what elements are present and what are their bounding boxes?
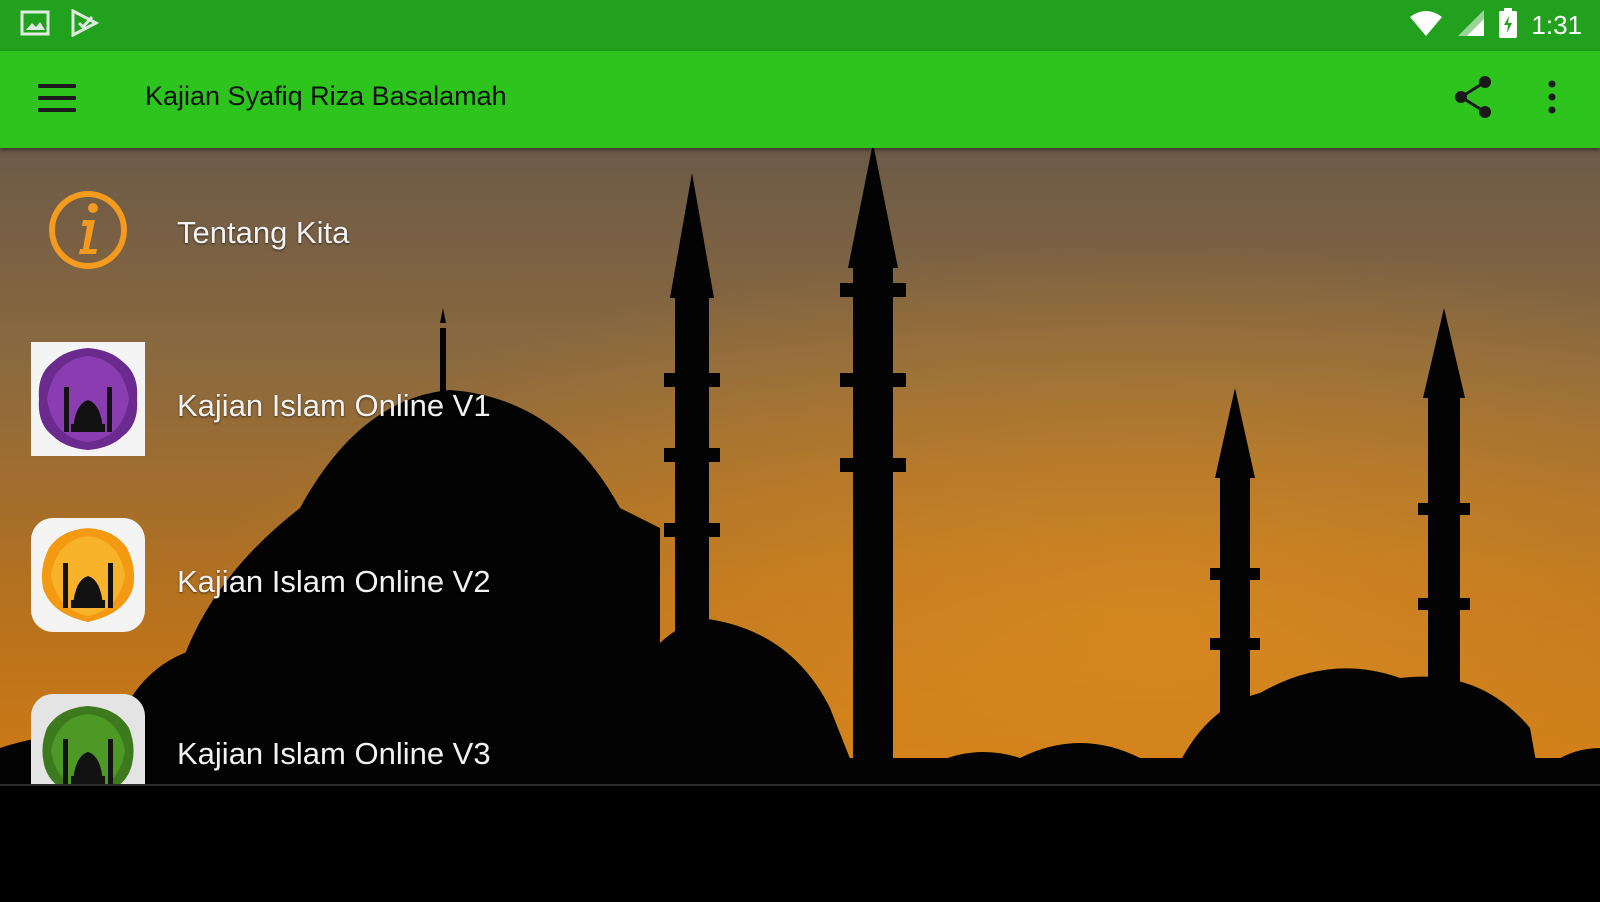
menu-item-tentang-kita[interactable]: Tentang Kita <box>0 158 1600 308</box>
menu-item-label: Kajian Islam Online V3 <box>177 736 491 771</box>
app-title: Kajian Syafiq Riza Basalamah <box>145 81 507 111</box>
menu-item-kajian-v2[interactable]: Kajian Islam Online V2 <box>0 516 1600 666</box>
orange-mosque-icon <box>31 518 145 632</box>
info-icon <box>31 173 145 287</box>
share-icon[interactable] <box>1452 74 1496 118</box>
wifi-icon <box>1409 9 1443 42</box>
app-toolbar: Kajian Syafiq Riza Basalamah <box>0 51 1600 148</box>
menu-list: Tentang Kita Kajian Islam Online V1 Kaji… <box>0 148 1600 784</box>
purple-mosque-icon <box>31 342 145 456</box>
menu-item-label: Kajian Islam Online V1 <box>177 388 491 423</box>
play-store-check-icon <box>70 8 100 42</box>
menu-item-kajian-v3[interactable]: Kajian Islam Online V3 <box>0 694 1600 784</box>
green-mosque-icon <box>31 694 145 784</box>
signal-icon <box>1457 9 1485 42</box>
overflow-menu-icon[interactable] <box>1545 80 1573 120</box>
battery-icon <box>1499 8 1518 43</box>
status-time: 1:31 <box>1531 10 1582 40</box>
status-bar: 1:31 <box>0 0 1600 51</box>
bottom-empty-area <box>0 784 1600 902</box>
menu-item-label: Tentang Kita <box>177 215 350 250</box>
image-icon <box>20 10 50 41</box>
menu-item-label: Kajian Islam Online V2 <box>177 564 491 599</box>
menu-item-kajian-v1[interactable]: Kajian Islam Online V1 <box>0 338 1600 488</box>
hamburger-menu-icon[interactable] <box>38 84 78 114</box>
